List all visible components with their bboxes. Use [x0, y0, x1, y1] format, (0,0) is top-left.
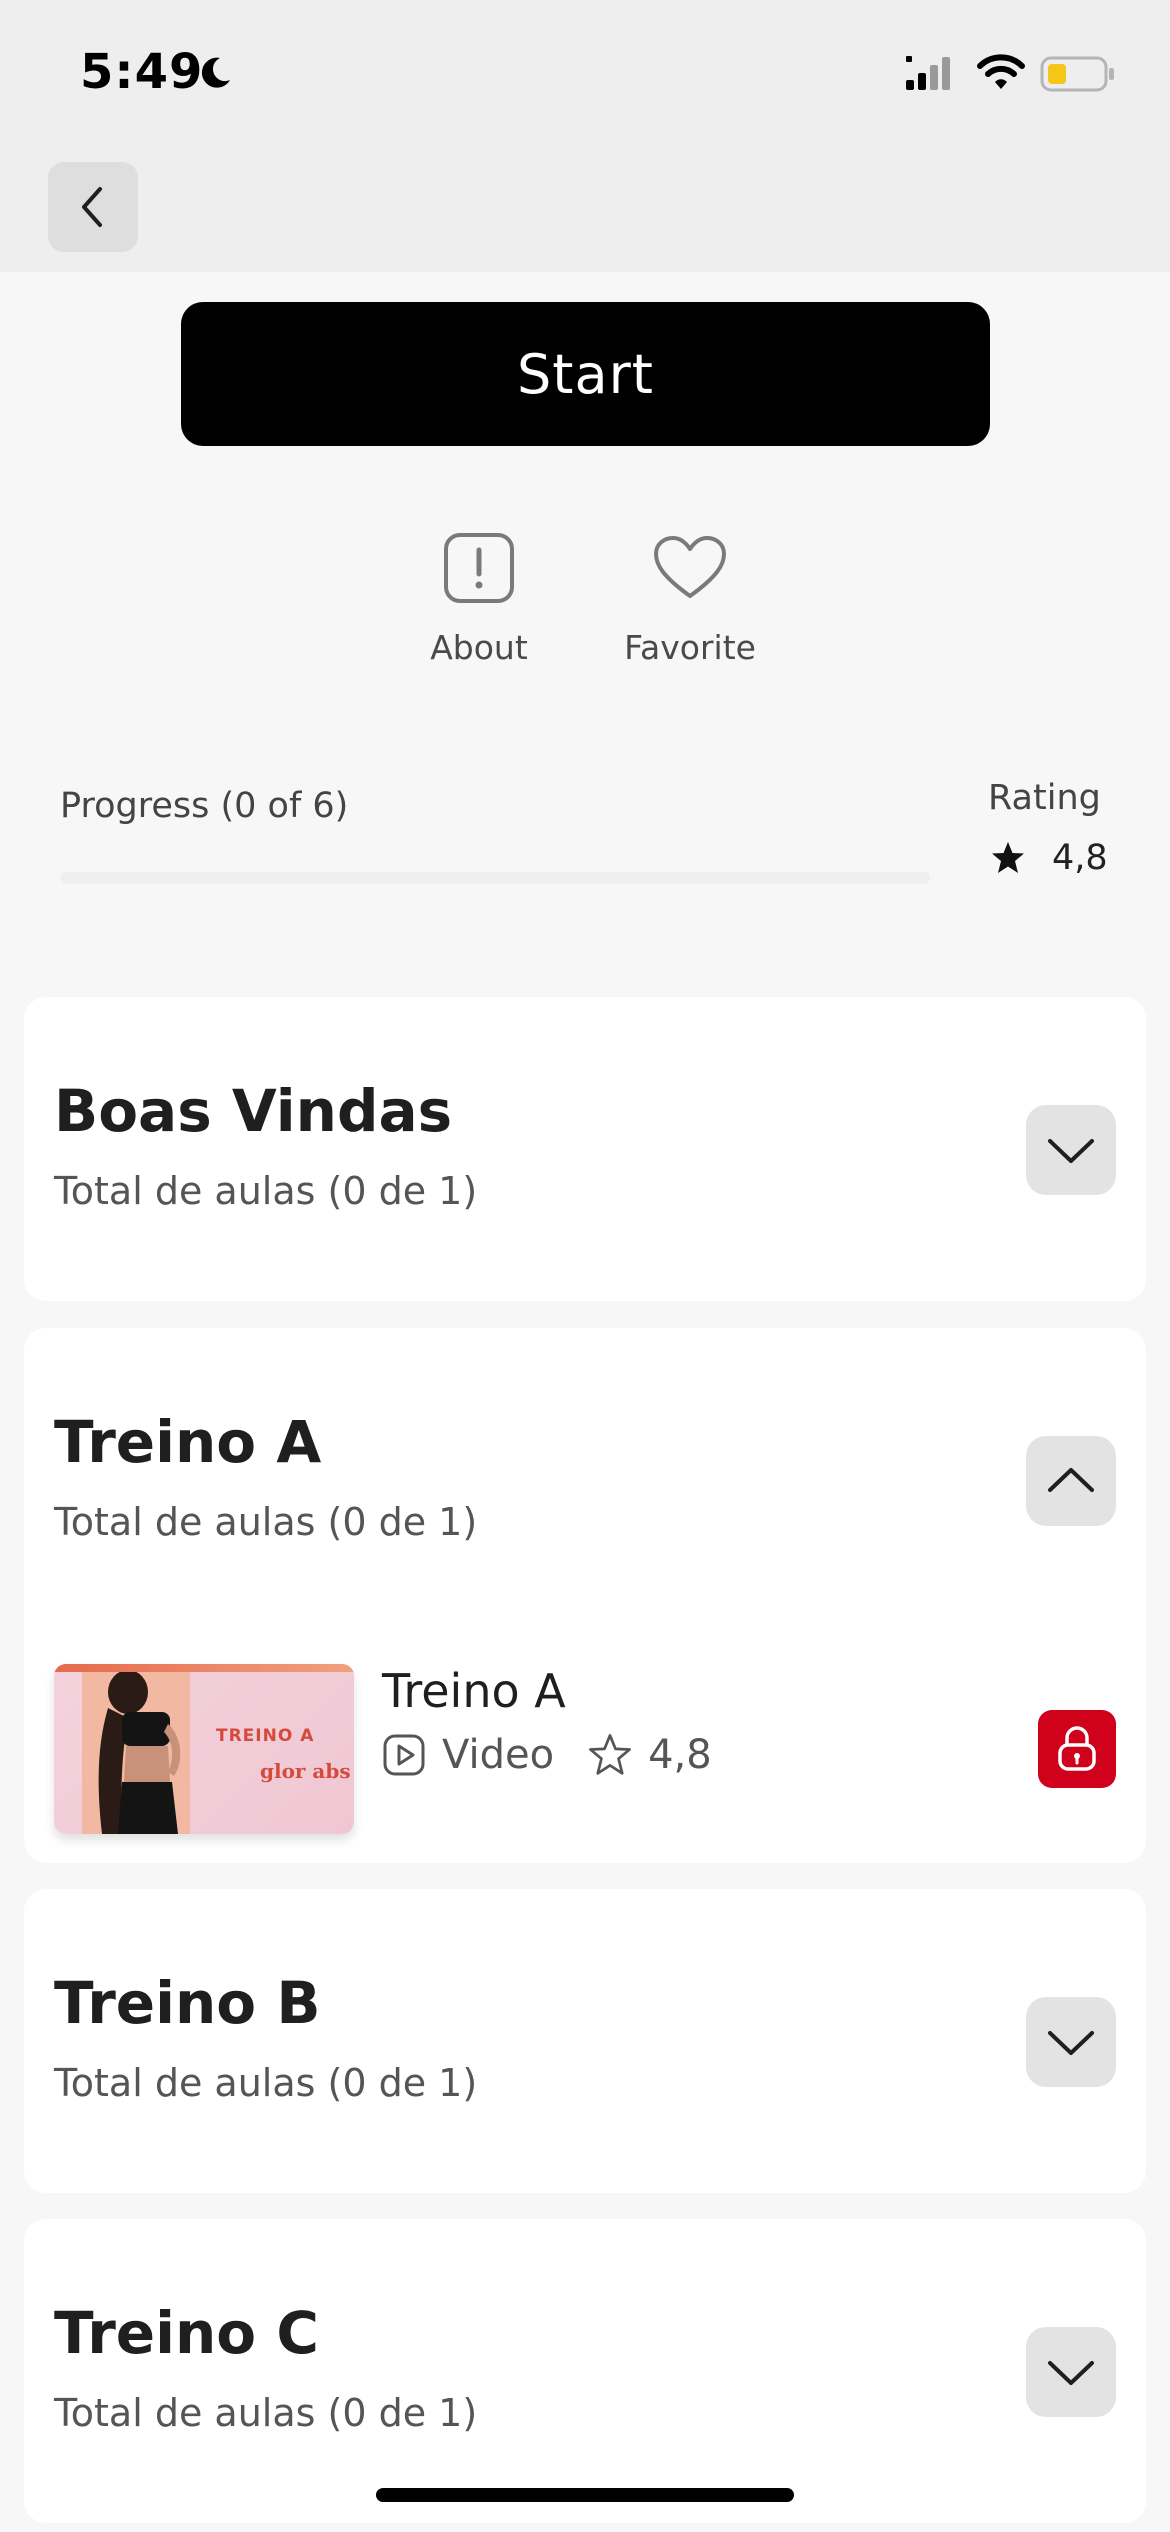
- play-icon: [383, 1734, 425, 1776]
- about-button[interactable]: About: [379, 530, 579, 667]
- progress-label: Progress (0 of 6): [60, 786, 349, 826]
- star-icon: [589, 1734, 631, 1775]
- expand-button[interactable]: [1026, 2327, 1116, 2417]
- back-chevron-icon: [82, 187, 102, 227]
- lock-icon: [1058, 1726, 1096, 1771]
- module-subtitle: Total de aulas (0 de 1): [54, 1169, 478, 1213]
- module-title: Boas Vindas: [54, 1077, 453, 1145]
- module-title: Treino C: [54, 2299, 319, 2367]
- chevron-down-icon: [1048, 2031, 1094, 2055]
- status-time: 5:49: [80, 44, 204, 100]
- star-icon: [992, 842, 1024, 873]
- back-button[interactable]: [48, 162, 138, 252]
- course-screen: 5:49 Start About Favorite Progress (0 of…: [0, 0, 1170, 2532]
- favorite-button[interactable]: Favorite: [590, 530, 790, 667]
- start-button[interactable]: Start: [181, 302, 990, 446]
- chevron-down-icon: [1048, 2361, 1094, 2385]
- heart-icon: [654, 536, 726, 598]
- lesson-type: Video: [442, 1732, 555, 1778]
- lesson-meta: Video 4,8: [382, 1732, 712, 1778]
- home-indicator: [376, 2488, 794, 2502]
- module-title: Treino A: [54, 1408, 322, 1476]
- expand-button[interactable]: [1026, 1997, 1116, 2087]
- module-subtitle: Total de aulas (0 de 1): [54, 1500, 478, 1544]
- signal-icon: [906, 56, 950, 90]
- progress-bar: [60, 872, 930, 884]
- wifi-icon: [977, 54, 1025, 89]
- collapse-button[interactable]: [1026, 1436, 1116, 1526]
- thumbnail-figure-image: [82, 1672, 190, 1834]
- module-card[interactable]: Treino A Total de aulas (0 de 1) TREINO …: [24, 1328, 1146, 1863]
- module-card[interactable]: Treino B Total de aulas (0 de 1): [24, 1889, 1146, 2193]
- thumbnail-accent-bar: [54, 1664, 354, 1672]
- module-subtitle: Total de aulas (0 de 1): [54, 2391, 478, 2435]
- lock-button[interactable]: [1038, 1710, 1116, 1788]
- rating-label: Rating: [988, 778, 1101, 818]
- about-label: About: [430, 628, 528, 667]
- info-icon: [444, 533, 514, 603]
- module-card[interactable]: Boas Vindas Total de aulas (0 de 1): [24, 997, 1146, 1301]
- expand-button[interactable]: [1026, 1105, 1116, 1195]
- thumbnail-title-text: TREINO A: [216, 1726, 315, 1746]
- moon-icon: [201, 57, 230, 88]
- chevron-down-icon: [1048, 1139, 1094, 1163]
- module-title: Treino B: [54, 1969, 321, 2037]
- chevron-up-icon: [1048, 1468, 1094, 1492]
- module-card[interactable]: Treino C Total de aulas (0 de 1): [24, 2219, 1146, 2523]
- rating-value-row: 4,8: [990, 838, 1108, 878]
- lesson-thumbnail[interactable]: TREINO A glor abs: [54, 1664, 354, 1834]
- module-subtitle: Total de aulas (0 de 1): [54, 2061, 478, 2105]
- lesson-title[interactable]: Treino A: [382, 1664, 566, 1718]
- thumbnail-logo: glor abs: [260, 1759, 351, 1783]
- favorite-label: Favorite: [624, 628, 756, 667]
- lesson-rating: 4,8: [648, 1732, 712, 1778]
- rating-value: 4,8: [1052, 838, 1108, 878]
- top-area: 5:49: [0, 0, 1170, 272]
- battery-icon: [1040, 56, 1114, 92]
